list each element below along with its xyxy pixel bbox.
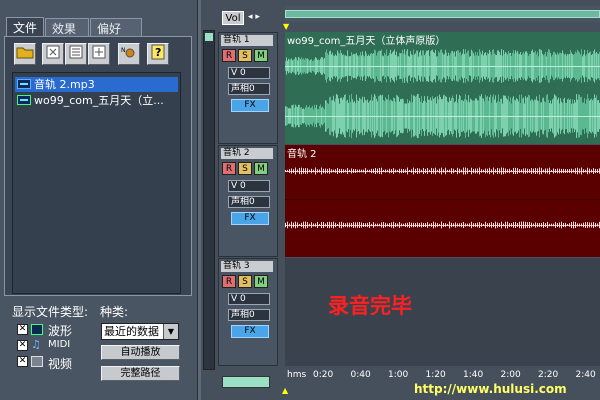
video-checkbox[interactable]: ✕ [17,356,28,367]
video-label: 视频 [48,357,73,371]
midi-label: MIDI [48,339,71,350]
volume-field[interactable]: V 0 [228,293,270,305]
svg-text:?: ? [155,46,161,59]
timeline-tick-label: 1:00 [388,370,409,380]
type-label: 种类: [100,305,129,319]
clip-title: 音轨 2 [287,149,317,160]
auto-play-button[interactable]: 自动播放 [101,345,180,360]
waveform-graphic [285,145,600,257]
fx-button[interactable]: FX [231,212,269,225]
mute-button[interactable]: M [254,49,268,62]
list-item[interactable]: 音轨 2.mp3 [15,77,178,92]
pan-field[interactable]: 声相0 [228,83,270,95]
track-name[interactable]: 音轨 2 [221,148,273,159]
track-waveform-1[interactable]: wo99_com_五月天（立体声原版） [285,32,600,144]
recording-complete-text: 录音完毕 [328,294,412,318]
chevron-down-icon[interactable]: ▼ [163,324,178,339]
timeline-tick-label: 2:40 [575,370,596,380]
waveform-icon [31,324,43,335]
pan-field[interactable]: 声相0 [228,196,270,208]
insert-icon[interactable] [65,43,87,65]
range-bar[interactable] [285,10,600,18]
fx-button[interactable]: FX [231,325,269,338]
tab-effects[interactable]: 效果 [45,18,89,37]
record-button[interactable]: R [222,162,236,175]
record-button[interactable]: R [222,49,236,62]
file-name: wo99_com_五月天（立... [34,94,164,107]
volume-field[interactable]: V 0 [228,180,270,192]
file-name: 音轨 2.mp3 [34,78,95,91]
timeline-tick-label: 1:20 [425,370,446,380]
zoom-bar[interactable] [222,376,270,388]
mute-button[interactable]: M [254,275,268,288]
help-icon[interactable]: ? [147,43,169,65]
timeline-tick-label: 0:40 [350,370,371,380]
waveform-graphic [285,32,600,144]
track-name[interactable]: 音轨 3 [221,261,273,272]
full-path-button[interactable]: 完整路径 [101,366,180,381]
timeline-tick-label: 2:00 [500,370,521,380]
solo-button[interactable]: S [238,275,252,288]
watermark-text: http://www.hulusi.com [414,382,567,396]
nav-arrows-icon[interactable]: ◂ ▸ [248,12,260,22]
timeline-tick-label: 0:20 [313,370,334,380]
svg-text:N: N [121,47,126,54]
waveform-file-icon [17,95,31,105]
playhead-marker-icon[interactable]: ▼ [283,23,289,31]
sort-select[interactable]: 最近的数据 ▼ [101,323,179,340]
fx-button[interactable]: FX [231,99,269,112]
timeline-tick-label: 1:40 [463,370,484,380]
volume-field[interactable]: V 0 [228,67,270,79]
top-ruler[interactable] [285,6,600,22]
track-control-1: 音轨 1 R S M V 0 声相0 FX [218,32,278,144]
list-item[interactable]: wo99_com_五月天（立... [15,93,178,108]
show-file-type-label: 显示文件类型: [12,305,89,319]
track-name[interactable]: 音轨 1 [221,35,273,46]
track-scrollbar[interactable] [203,30,215,370]
pan-field[interactable]: 声相0 [228,309,270,321]
open-folder-icon[interactable] [14,43,36,65]
midi-checkbox[interactable]: ✕ [17,340,28,351]
organizer-panel: 文件 效果 偏好 N ? 音轨 2.mp3 wo99_com_五月天（立... … [0,0,197,400]
clip-title: wo99_com_五月天（立体声原版） [287,36,446,47]
mute-button[interactable]: M [254,162,268,175]
waveform-file-icon [17,79,31,89]
solo-button[interactable]: S [238,49,252,62]
waveform-label: 波形 [48,324,73,338]
vol-button[interactable]: Vol [222,11,244,25]
playhead-bottom-icon[interactable]: ▲ [282,386,288,395]
video-icon [31,356,43,367]
file-list[interactable]: 音轨 2.mp3 wo99_com_五月天（立... [12,72,181,294]
waveform-checkbox[interactable]: ✕ [17,324,28,335]
settings-icon[interactable]: N [118,43,140,65]
midi-note-icon: ♫ [31,338,41,351]
tab-preferences[interactable]: 偏好 [90,18,142,37]
solo-button[interactable]: S [238,162,252,175]
tab-files[interactable]: 文件 [6,17,44,37]
splitter[interactable] [197,0,201,400]
timeline-tick-label: hms [287,370,307,380]
scroll-thumb[interactable] [205,33,213,41]
track-waveform-2[interactable]: 音轨 2 [285,145,600,257]
sort-select-value: 最近的数据 [104,325,159,338]
track-control-3: 音轨 3 R S M V 0 声相0 FX [218,258,278,366]
mix-icon[interactable] [88,43,110,65]
timeline-tick-label: 2:20 [538,370,559,380]
close-file-icon[interactable] [42,43,64,65]
track-control-2: 音轨 2 R S M V 0 声相0 FX [218,145,278,257]
record-button[interactable]: R [222,275,236,288]
